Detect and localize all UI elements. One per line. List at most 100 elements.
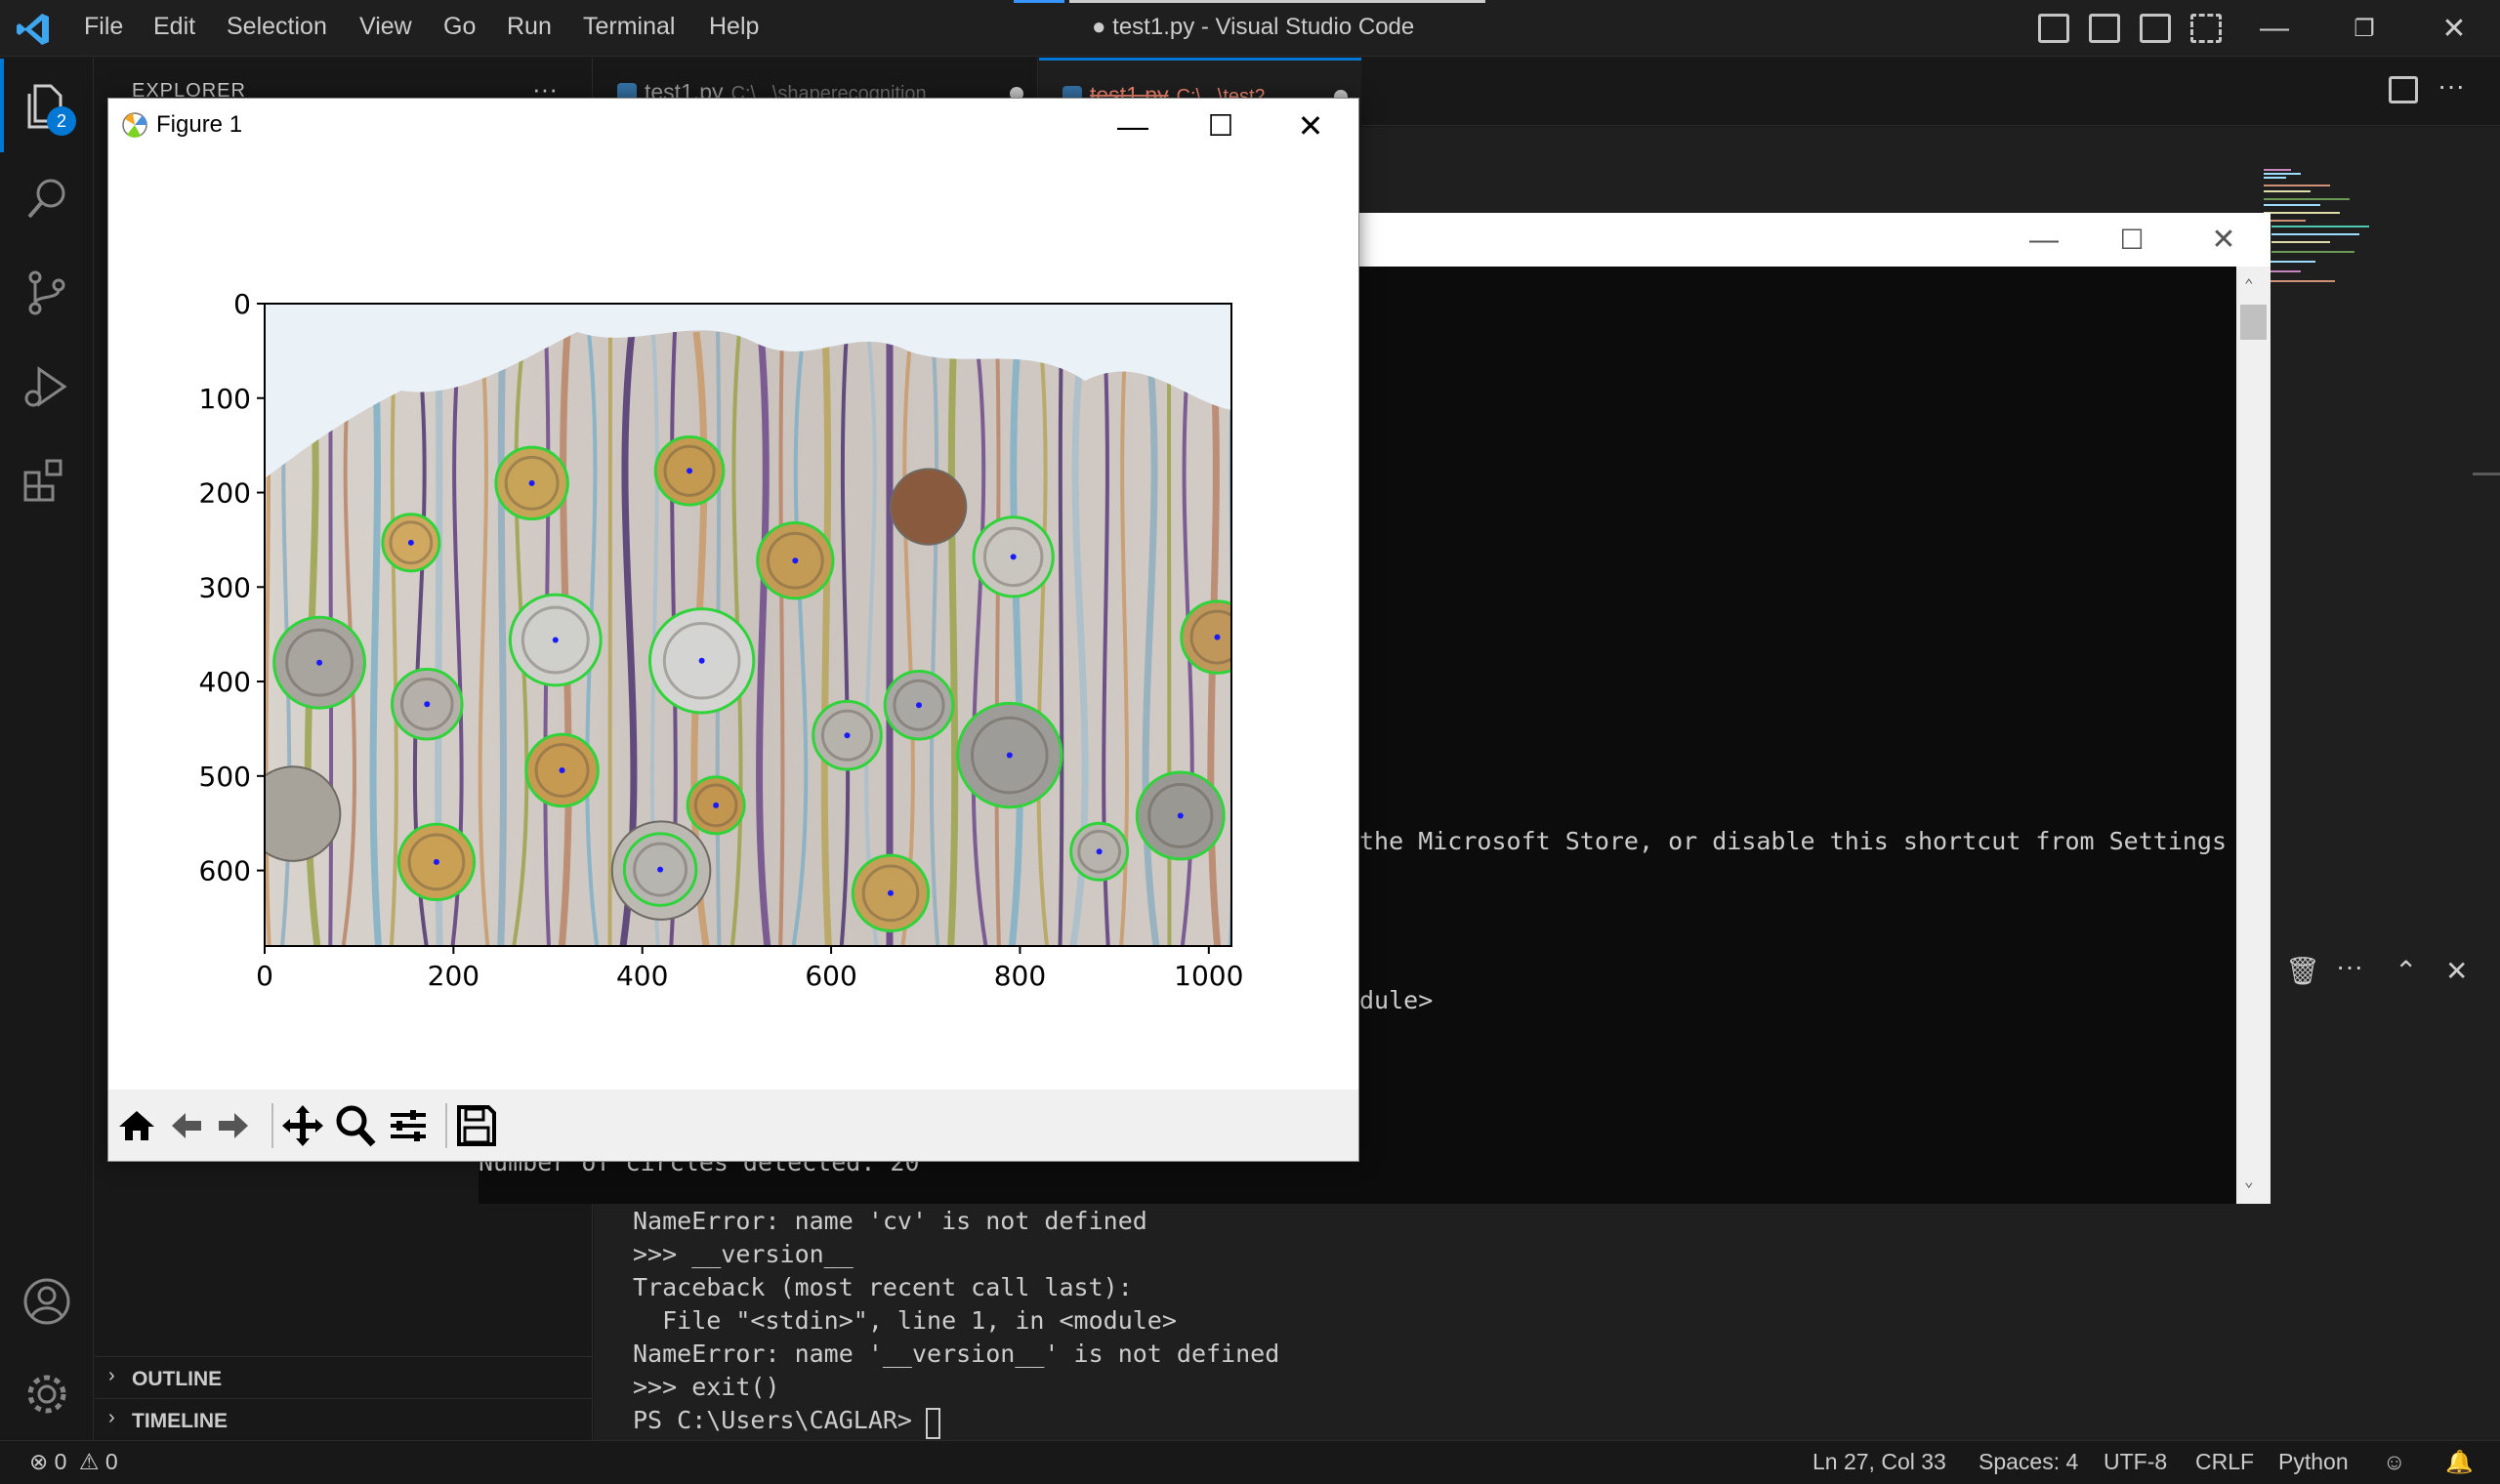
figure-maximize-button[interactable]: ☐: [1182, 102, 1260, 150]
y-tick-label: 300: [199, 571, 251, 603]
terminal-line: File "<stdin>", line 1, in <module>: [633, 1306, 1177, 1335]
circle-center-dot: [316, 659, 323, 666]
maximize-panel-icon[interactable]: ⌃: [2395, 955, 2417, 987]
configure-subplots-icon[interactable]: [385, 1101, 432, 1150]
source-control-icon[interactable]: [20, 266, 74, 320]
more-actions-icon[interactable]: ···: [2336, 951, 2363, 982]
circle-center-dot: [887, 889, 894, 896]
active-indicator: [0, 59, 4, 152]
x-tick-label: 800: [994, 960, 1046, 992]
terminal-line: >>> exit(): [633, 1373, 780, 1401]
close-window-button[interactable]: ✕: [2432, 8, 2477, 49]
minimize-window-button[interactable]: —: [2252, 8, 2297, 49]
x-tick-label: 200: [428, 960, 479, 992]
console-minimize-button[interactable]: —: [2010, 213, 2078, 267]
circle-center-dot: [698, 657, 705, 664]
console-maximize-button[interactable]: ☐: [2098, 213, 2166, 267]
toggle-secondary-sidebar-icon[interactable]: [2140, 14, 2171, 43]
menu-run[interactable]: Run: [507, 13, 552, 41]
feedback-icon[interactable]: ☺: [2383, 1449, 2405, 1475]
toggle-panel-icon[interactable]: [2089, 14, 2120, 43]
scroll-down-icon[interactable]: ⌄: [2244, 1172, 2254, 1190]
language-mode[interactable]: Python: [2278, 1449, 2349, 1475]
y-tick-label: 0: [233, 288, 251, 320]
plot-canvas[interactable]: 0 200 400 600 800 1000 0 100 200 300 400 500 600: [108, 156, 1358, 1093]
terminal-line: NameError: name 'cv' is not defined: [633, 1207, 1147, 1235]
y-tick-label: 400: [199, 666, 251, 698]
menu-edit[interactable]: Edit: [153, 13, 195, 41]
figure-title: Figure 1: [156, 111, 243, 138]
y-axis: 0 100 200 300 400 500 600: [199, 288, 265, 887]
account-icon[interactable]: [20, 1274, 74, 1329]
figure-minimize-button[interactable]: —: [1094, 102, 1172, 150]
console-scroll-thumb[interactable]: [2240, 305, 2267, 340]
terminal-cursor: [926, 1408, 940, 1439]
matplotlib-icon: [122, 112, 147, 138]
warning-icon: ⚠: [78, 1449, 100, 1474]
x-tick-label: 600: [805, 960, 856, 992]
circle-center-dot: [1006, 752, 1013, 759]
pan-icon[interactable]: [279, 1101, 326, 1150]
forward-icon[interactable]: [211, 1101, 258, 1150]
circle-center-dot: [1096, 848, 1103, 855]
minimap[interactable]: [2262, 166, 2457, 361]
circle-center-dot: [713, 802, 720, 808]
console-close-button[interactable]: ✕: [2189, 213, 2258, 267]
notifications-bell-icon[interactable]: 🔔: [2445, 1449, 2474, 1475]
console-scrollbar[interactable]: [2236, 267, 2271, 1204]
settings-gear-icon[interactable]: [20, 1367, 74, 1422]
chevron-right-icon: ›: [108, 1365, 115, 1386]
y-tick-label: 500: [199, 761, 251, 793]
vscode-logo-icon: [17, 14, 49, 45]
close-panel-icon[interactable]: ✕: [2445, 955, 2468, 987]
save-icon[interactable]: [453, 1101, 500, 1150]
search-icon[interactable]: [20, 172, 74, 227]
circle-center-dot: [915, 702, 922, 709]
run-debug-icon[interactable]: [20, 359, 74, 414]
encoding[interactable]: UTF-8: [2104, 1449, 2167, 1475]
menu-view[interactable]: View: [359, 13, 412, 41]
toggle-primary-sidebar-icon[interactable]: [2038, 14, 2069, 43]
chevron-right-icon: ›: [108, 1407, 115, 1428]
extensions-icon[interactable]: [20, 453, 74, 508]
trash-icon[interactable]: 🗑: [2285, 955, 2320, 987]
x-tick-label: 1000: [1174, 960, 1243, 992]
scroll-up-icon[interactable]: ⌃: [2244, 275, 2254, 294]
menu-help[interactable]: Help: [709, 13, 759, 41]
end-of-line[interactable]: CRLF: [2195, 1449, 2254, 1475]
scroll-marker: [2473, 473, 2500, 475]
zoom-icon[interactable]: [332, 1101, 379, 1150]
circle-center-dot: [844, 732, 851, 739]
back-icon[interactable]: [162, 1101, 209, 1150]
menu-terminal[interactable]: Terminal: [583, 13, 675, 41]
menu-file[interactable]: File: [84, 13, 123, 41]
timeline-section[interactable]: › TIMELINE: [95, 1398, 593, 1439]
fabric-stripe: [1058, 331, 1064, 946]
error-icon: ⊗: [29, 1449, 49, 1474]
circle-center-dot: [424, 701, 431, 708]
circle-center-dot: [528, 479, 535, 486]
error-count: 0: [54, 1449, 67, 1474]
circle-center-dot: [552, 637, 559, 643]
editor-more-button[interactable]: ···: [2438, 70, 2465, 102]
menu-go[interactable]: Go: [443, 13, 476, 41]
console-line: dule>: [1359, 986, 1434, 1014]
x-axis: 0 200 400 600 800 1000: [256, 946, 1243, 992]
fabric-stripe: [947, 331, 959, 946]
outline-section[interactable]: › OUTLINE: [95, 1356, 593, 1397]
indentation[interactable]: Spaces: 4: [1979, 1449, 2078, 1475]
customize-layout-icon[interactable]: [2190, 14, 2222, 43]
x-tick-label: 0: [256, 960, 273, 992]
circle-center-dot: [657, 866, 664, 873]
toolbar-separator: [445, 1103, 447, 1148]
terminal-line: PS C:\Users\CAGLAR>: [633, 1406, 928, 1434]
home-icon[interactable]: [113, 1101, 160, 1150]
problems-indicator[interactable]: ⊗ 0 ⚠ 0: [29, 1449, 118, 1475]
menu-selection[interactable]: Selection: [227, 13, 327, 41]
fabric-stripe: [1166, 331, 1172, 946]
cursor-position[interactable]: Ln 27, Col 33: [1812, 1449, 1946, 1475]
split-editor-icon[interactable]: [2389, 76, 2418, 103]
restore-window-button[interactable]: ❐: [2342, 8, 2387, 49]
outline-label: OUTLINE: [132, 1368, 223, 1390]
figure-close-button[interactable]: ✕: [1271, 102, 1350, 150]
